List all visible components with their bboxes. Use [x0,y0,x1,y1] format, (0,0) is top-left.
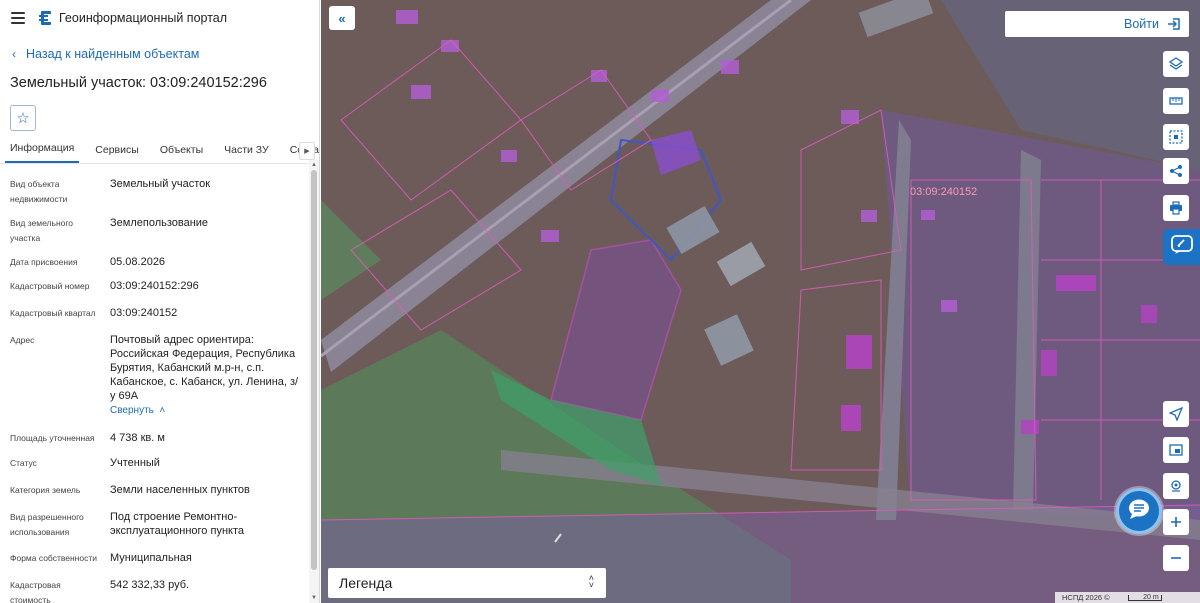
my-location-button[interactable] [1163,401,1189,427]
layers-button[interactable] [1163,51,1189,77]
address-block: Почтовый адрес ориентира: Российская Фед… [110,333,302,418]
back-to-results-link[interactable]: ‹ Назад к найденным объектам [0,43,319,65]
satellite-map-image [321,0,1200,603]
tab-services[interactable]: Сервисы [95,144,139,163]
sort-arrows-icon: ˄ ˅ [588,573,594,590]
property-label: Вид земельного участка [10,218,74,243]
select-area-button[interactable] [1163,124,1189,150]
property-value: Под строение Ремонтно-эксплуатационного … [110,511,244,537]
share-button[interactable] [1163,158,1189,184]
tab-parcel-parts[interactable]: Части ЗУ [224,144,269,163]
map-attribution: НСПД 2026 © 20 m [1055,592,1200,603]
zoom-out-button[interactable] [1163,545,1189,571]
scale-bar: 20 m [1127,593,1162,601]
property-value: Землепользование [110,217,209,229]
property-value: 03:09:240152:296 [110,280,199,292]
basemap-button[interactable] [1163,437,1189,463]
info-panel: Геоинформационный портал ‹ Назад к найде… [0,0,320,603]
print-button[interactable] [1163,195,1189,221]
property-label: Статус [10,458,37,468]
attribution-text: НСПД 2026 © [1062,593,1110,602]
property-label: Форма собственности [10,553,97,563]
property-label: Вид объекта недвижимости [10,179,68,204]
login-label: Войти [1124,17,1159,31]
property-label: Адрес [10,335,35,345]
scroll-up-arrow-icon[interactable]: ▲ [309,160,319,170]
panel-scrollbar[interactable]: ▲ ▼ [309,160,319,603]
login-button[interactable]: Войти [1005,11,1189,37]
tab-bar: Информация Сервисы Объекты Части ЗУ Сост… [0,140,319,164]
feedback-icon [1170,234,1193,260]
app-title: Геоинформационный портал [59,11,228,25]
zoom-in-button[interactable] [1163,509,1189,535]
tabs-scroll-right-button[interactable]: ▶ [299,142,315,160]
property-label: Кадастровый квартал [10,308,96,318]
double-chevron-left-icon: « [338,10,346,26]
property-value: Земельный участок [110,178,211,190]
scale-label: 20 m [1143,593,1159,601]
collapse-label: Свернуть [110,405,154,416]
measure-button[interactable] [1163,88,1189,114]
property-label: Категория земель [10,485,81,495]
app: Геоинформационный портал ‹ Назад к найде… [0,0,1200,603]
chevron-left-icon: ‹ [12,47,16,61]
property-label: Вид разрешенного использования [10,512,84,537]
map-view[interactable]: 03:09:240152 « Войти Легенда ˄ ˅ НСПД 20… [321,0,1200,603]
select-area-icon [1169,130,1183,144]
layers-icon [1169,57,1183,71]
property-value: Земли населенных пунктов [110,484,250,496]
legend-dropdown[interactable]: Легенда ˄ ˅ [328,568,606,598]
address-value: Почтовый адрес ориентира: Российская Фед… [110,334,299,402]
tab-information[interactable]: Информация [5,142,80,163]
property-value: 03:09:240152 [110,307,178,319]
portal-logo-icon [38,10,52,26]
location-pin-icon [1169,479,1183,493]
menu-icon[interactable] [11,12,25,24]
property-label: Дата присвоения [10,257,78,267]
property-label: Кадастровый номер [10,281,90,291]
collapse-panel-button[interactable]: « [329,6,355,30]
object-title: Земельный участок: 03:09:240152:296 [10,75,267,91]
property-label: Площадь уточненная [10,433,95,443]
star-icon: ☆ [16,110,30,127]
caret-right-icon: ▶ [304,148,310,155]
chevron-up-icon: ˄ [156,405,166,416]
printer-icon [1169,201,1183,215]
scroll-down-arrow-icon[interactable]: ▼ [309,593,319,603]
minus-icon [1170,552,1182,564]
property-value: 05.08.2026 [110,256,166,268]
ruler-icon [1169,94,1183,108]
tab-objects[interactable]: Объекты [160,144,203,163]
collapse-address-link[interactable]: Свернуть ˄ [110,404,165,418]
property-label: Кадастровая стоимость [10,580,61,603]
basemap-icon [1169,443,1183,457]
property-value: Учтенный [110,457,160,469]
property-value: Муниципальная [110,552,192,564]
top-bar: Геоинформационный портал [0,0,319,36]
navigation-arrow-icon [1169,407,1183,421]
location-search-button[interactable] [1163,473,1189,499]
scroll-thumb[interactable] [311,170,317,570]
feedback-button[interactable] [1163,229,1200,265]
share-icon [1169,164,1183,178]
favorite-button[interactable]: ☆ [10,105,36,131]
legend-label: Легенда [339,575,393,591]
chat-assistant-button[interactable] [1116,488,1162,534]
chat-bubble-icon [1127,498,1151,525]
login-icon [1167,17,1181,31]
plus-icon [1170,516,1182,528]
property-value: 4 738 кв. м [110,432,165,444]
cadastral-quarter-label: 03:09:240152 [910,186,978,198]
back-link-label: Назад к найденным объектам [26,47,200,61]
property-value: 542 332,33 руб. [110,579,190,591]
